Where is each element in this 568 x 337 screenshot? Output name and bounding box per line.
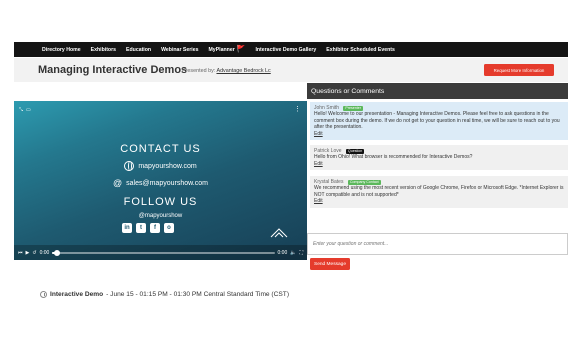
volume-icon[interactable]: 🔈 — [290, 250, 296, 256]
progress-knob[interactable] — [53, 249, 60, 256]
email-text: sales@mapyourshow.com — [126, 179, 208, 187]
qa-message: Patrick Love Question Hello from Ohio! W… — [310, 145, 568, 171]
qa-message: Krystal Bates Company Contact We recomme… — [310, 176, 568, 208]
message-text: We recommend using the most recent versi… — [314, 185, 564, 198]
event-info: Interactive Demo - June 15 - 01:15 PM - … — [40, 291, 289, 298]
progress-bar[interactable] — [52, 249, 275, 256]
caption-icon[interactable]: ▭ — [26, 107, 31, 113]
at-icon: @ — [113, 178, 123, 188]
page-header: Managing Interactive Demos Presented by:… — [14, 58, 568, 82]
more-options-icon[interactable]: ⋮ — [294, 106, 301, 113]
linkedin-icon: in — [122, 223, 132, 233]
event-name: Interactive Demo — [50, 291, 104, 298]
facebook-icon: f — [150, 223, 160, 233]
nav-exhibitor-scheduled-events[interactable]: Exhibitor Scheduled Events — [326, 47, 395, 53]
video-top-icons: ⤡ ▭ — [19, 107, 31, 113]
message-text: Hello! Welcome to our presentation - Man… — [314, 111, 560, 131]
mapyourshow-logo-icon — [270, 228, 288, 238]
rewind-icon[interactable]: ⏮ — [18, 250, 23, 256]
page-title: Managing Interactive Demos — [38, 64, 188, 76]
nav-interactive-demo-gallery[interactable]: Interactive Demo Gallery — [255, 47, 316, 53]
nav-exhibitors[interactable]: Exhibitors — [91, 47, 116, 53]
send-message-button[interactable]: Send Message — [310, 258, 350, 270]
presented-by-label: Presented by: — [182, 68, 216, 74]
edit-link[interactable]: Edit — [314, 161, 323, 167]
request-info-button[interactable]: Request More Information — [484, 64, 554, 76]
website-text: mapyourshow.com — [138, 162, 197, 170]
contact-title: CONTACT US — [120, 143, 201, 155]
current-time: 0:00 — [39, 249, 50, 256]
nav-webinar-series[interactable]: Webinar Series — [161, 47, 198, 53]
edit-link[interactable]: Edit — [314, 198, 323, 204]
message-author: Patrick Love — [314, 148, 342, 154]
video-player[interactable]: ⤡ ▭ ⋮ CONTACT US mapyourshow.com @ sales… — [14, 101, 307, 260]
nav-directory-home[interactable]: Directory Home — [42, 47, 81, 53]
message-text: Hello from Ohio! What browser is recomme… — [314, 154, 473, 161]
clock-icon — [40, 291, 47, 298]
instagram-icon: o — [164, 223, 174, 233]
replay-icon[interactable]: ↺ — [32, 250, 36, 256]
message-author: Krystal Bates — [314, 179, 344, 185]
fullscreen-icon[interactable]: ⛶ — [299, 250, 303, 256]
edit-link[interactable]: Edit — [314, 131, 323, 137]
nav-education[interactable]: Education — [126, 47, 151, 53]
video-frame: ⤡ ▭ ⋮ CONTACT US mapyourshow.com @ sales… — [14, 101, 307, 260]
company-contact-badge: Company Contact — [347, 180, 381, 185]
event-details: - June 15 - 01:15 PM - 01:30 PM Central … — [106, 291, 290, 298]
expand-icon[interactable]: ⤡ — [19, 107, 23, 113]
top-nav: Directory Home Exhibitors Education Webi… — [14, 42, 568, 57]
social-icons: in t f o — [122, 223, 174, 233]
video-controls: ⏮ ▶ ↺ 0:00 0:00 🔈 ⛶ — [14, 245, 307, 260]
presenter-badge: Presenter — [343, 106, 363, 111]
website-row: mapyourshow.com — [14, 161, 307, 171]
nav-myplanner-label: MyPlanner — [208, 46, 235, 53]
presenter-link[interactable]: Advantage Bedrock Lc — [216, 68, 270, 74]
message-author: John Smith — [314, 105, 340, 111]
email-row: @ sales@mapyourshow.com — [14, 178, 307, 188]
qa-message: John Smith Presenter Hello! Welcome to o… — [310, 102, 568, 141]
question-badge: Question — [345, 149, 365, 154]
play-icon[interactable]: ▶ — [26, 250, 30, 256]
presented-by: Presented by: Advantage Bedrock Lc — [182, 68, 271, 74]
nav-myplanner[interactable]: MyPlanner 🚩 — [208, 46, 245, 53]
twitter-icon: t — [136, 223, 146, 233]
flag-emoji-icon: 🚩 — [236, 46, 246, 53]
qa-message-list[interactable]: John Smith Presenter Hello! Welcome to o… — [307, 99, 568, 230]
social-handle: @mapyourshow — [138, 213, 183, 219]
question-input[interactable] — [307, 233, 568, 255]
end-time: 0:00 — [277, 249, 288, 256]
globe-icon — [124, 161, 135, 171]
qa-header: Questions or Comments — [307, 83, 568, 99]
follow-title: FOLLOW US — [123, 196, 198, 208]
